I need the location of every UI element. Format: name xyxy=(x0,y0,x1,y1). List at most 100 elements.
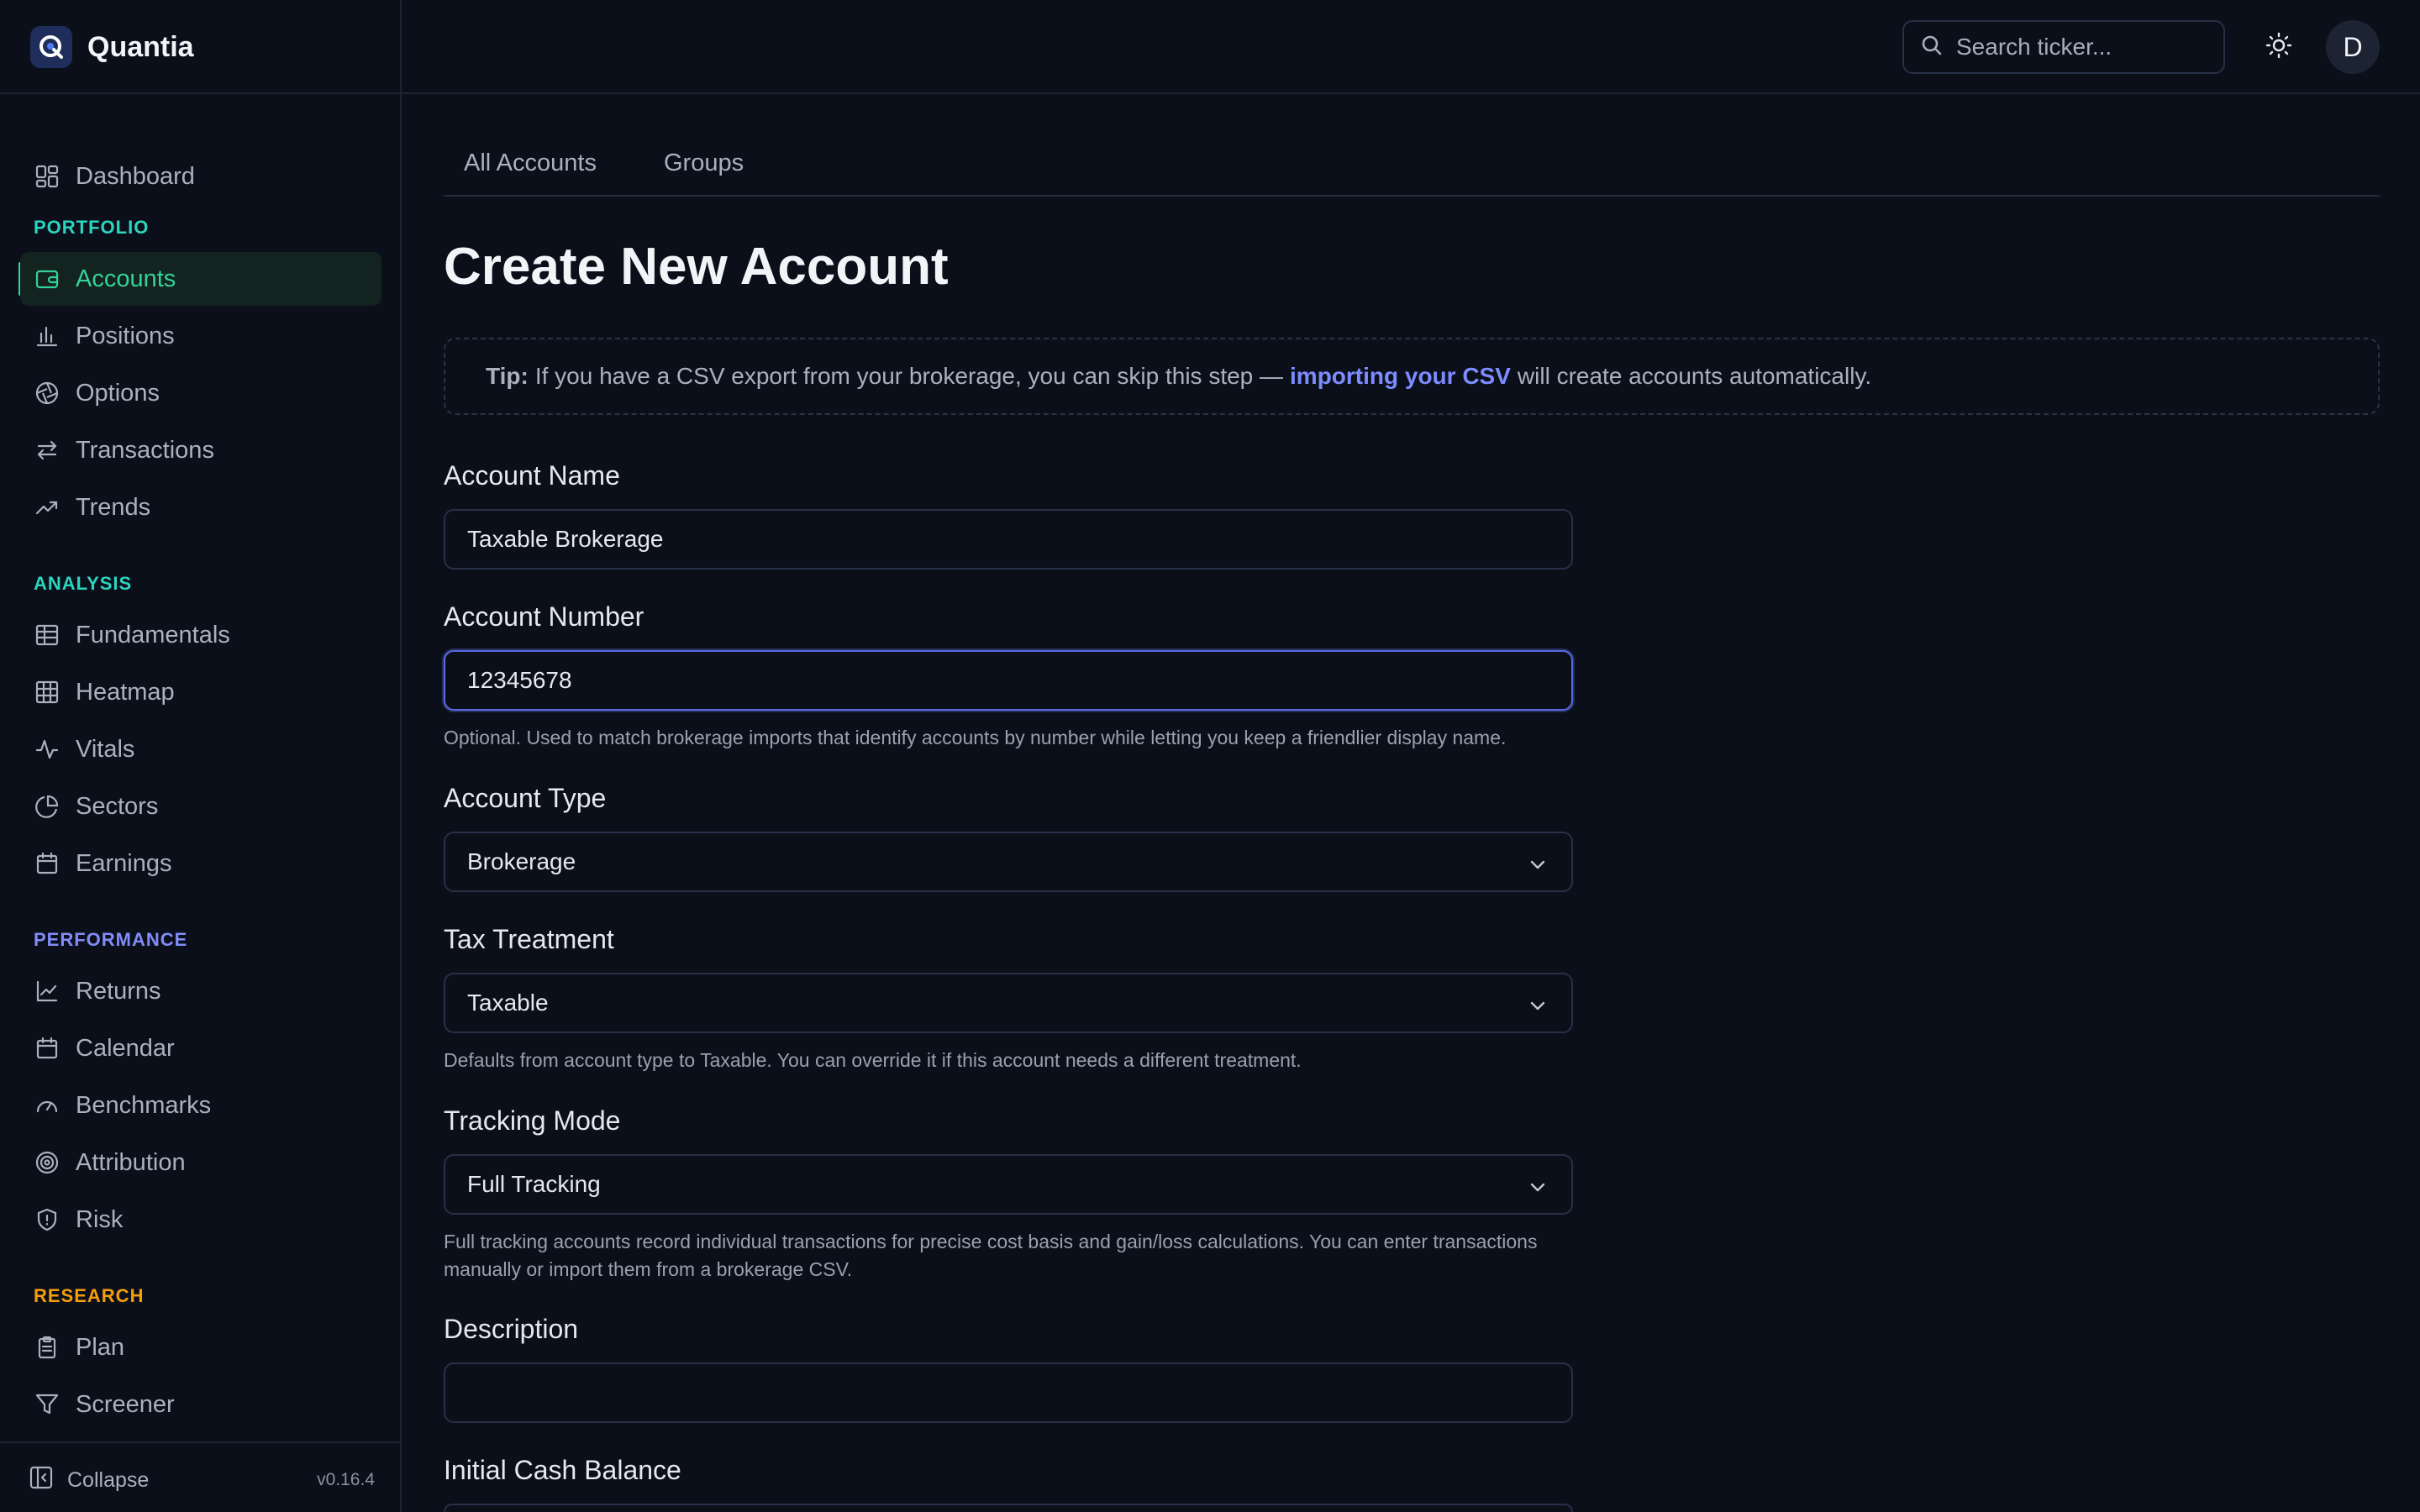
sidebar-item-benchmarks[interactable]: Benchmarks xyxy=(20,1079,381,1132)
description-field[interactable] xyxy=(444,1362,1573,1423)
sidebar-item-label: Screener xyxy=(76,1390,175,1418)
sidebar-item-label: Returns xyxy=(76,977,161,1005)
section-heading-analysis: ANALYSIS xyxy=(34,573,133,594)
sidebar-item-transactions[interactable]: Transactions xyxy=(20,423,381,477)
section-heading-research: RESEARCH xyxy=(34,1285,145,1306)
sidebar-item-label: Positions xyxy=(76,322,175,349)
sidebar-item-label: Risk xyxy=(76,1205,124,1233)
sidebar-item-label: Transactions xyxy=(76,436,214,464)
account-number-input[interactable] xyxy=(467,667,1543,694)
tip-text-after: will create accounts automatically. xyxy=(1517,363,1872,389)
sidebar-item-label: Benchmarks xyxy=(76,1091,212,1119)
sidebar-item-trends[interactable]: Trends xyxy=(20,480,381,534)
app-version: v0.16.4 xyxy=(317,1470,375,1489)
sidebar-item-label: Dashboard xyxy=(76,162,195,190)
calendar-icon xyxy=(34,1035,60,1062)
top-bar: Quantia Search ticker... D xyxy=(0,0,2420,94)
import-csv-link[interactable]: importing your CSV xyxy=(1290,363,1511,390)
sidebar-item-sectors[interactable]: Sectors xyxy=(20,780,381,833)
search-box[interactable] xyxy=(1902,20,2225,74)
sidebar-item-calendar[interactable]: Calendar xyxy=(20,1021,381,1075)
bar-chart-icon xyxy=(34,323,60,349)
account-type-select[interactable]: Brokerage xyxy=(444,832,1573,892)
sidebar-item-dashboard[interactable]: Dashboard xyxy=(20,150,381,203)
gauge-icon xyxy=(34,1092,60,1119)
sidebar-item-label: Vitals xyxy=(76,735,135,763)
sidebar-item-accounts[interactable]: Accounts xyxy=(20,252,381,306)
tracking-mode-value: Full Tracking xyxy=(467,1171,601,1197)
sun-icon xyxy=(2265,32,2292,63)
search-input[interactable] xyxy=(1956,34,2208,60)
tracking-mode-label: Tracking Mode xyxy=(444,1105,621,1136)
collapse-sidebar-button[interactable]: Collapse xyxy=(29,1465,149,1496)
table-icon xyxy=(34,622,60,648)
account-tabs: All Accounts Groups xyxy=(444,131,2380,197)
chevron-down-icon xyxy=(1528,853,1548,880)
quantia-logo-icon xyxy=(30,26,72,68)
account-number-field[interactable] xyxy=(444,650,1573,711)
arrows-exchange-icon xyxy=(34,437,60,464)
trending-up-icon xyxy=(34,494,60,521)
account-type-value: Brokerage xyxy=(467,848,576,874)
app-root: Quantia Search ticker... D Dashboard POR… xyxy=(0,0,2420,1512)
initial-cash-field[interactable] xyxy=(444,1504,1573,1512)
pie-chart-icon xyxy=(34,793,60,820)
chevron-down-icon xyxy=(1528,995,1548,1021)
initial-cash-label: Initial Cash Balance xyxy=(444,1455,681,1485)
sidebar-item-attribution[interactable]: Attribution xyxy=(20,1136,381,1189)
tab-groups[interactable]: Groups xyxy=(664,150,744,177)
sidebar-item-returns[interactable]: Returns xyxy=(20,964,381,1018)
tip-text-before: If you have a CSV export from your broke… xyxy=(534,363,1284,389)
avatar[interactable]: D xyxy=(2326,20,2380,74)
sidebar-item-positions[interactable]: Positions xyxy=(20,309,381,363)
grid-icon xyxy=(34,679,60,706)
theme-toggle-button[interactable] xyxy=(2252,20,2306,74)
sidebar-item-options[interactable]: Options xyxy=(20,366,381,420)
account-name-field[interactable] xyxy=(444,509,1573,570)
sidebar: Dashboard PORTFOLIO Accounts Positions O… xyxy=(0,94,402,1512)
shield-icon xyxy=(34,1206,60,1233)
filter-icon xyxy=(34,1391,60,1418)
account-name-label: Account Name xyxy=(444,460,620,491)
tip-label: Tip: xyxy=(486,363,529,389)
calendar-icon xyxy=(34,850,60,877)
sidebar-item-plan[interactable]: Plan xyxy=(20,1320,381,1374)
tax-treatment-select[interactable]: Taxable xyxy=(444,973,1573,1033)
sidebar-item-risk[interactable]: Risk xyxy=(20,1193,381,1247)
sidebar-item-label: Fundamentals xyxy=(76,621,230,648)
sidebar-item-label: Plan xyxy=(76,1333,125,1361)
dashboard-icon xyxy=(34,163,60,190)
sidebar-footer: Collapse v0.16.4 xyxy=(0,1441,402,1512)
sidebar-item-label: Attribution xyxy=(76,1148,186,1176)
activity-icon xyxy=(34,736,60,763)
sidebar-item-vitals[interactable]: Vitals xyxy=(20,722,381,776)
tracking-mode-select[interactable]: Full Tracking xyxy=(444,1154,1573,1215)
section-heading-performance: PERFORMANCE xyxy=(34,929,188,950)
tracking-mode-hint: Full tracking accounts record individual… xyxy=(444,1231,1538,1280)
search-icon xyxy=(1921,34,1943,60)
clipboard-icon xyxy=(34,1334,60,1361)
tax-treatment-label: Tax Treatment xyxy=(444,924,614,954)
sidebar-item-label: Trends xyxy=(76,493,151,521)
sidebar-item-label: Sectors xyxy=(76,792,159,820)
sidebar-item-heatmap[interactable]: Heatmap xyxy=(20,665,381,719)
sidebar-item-label: Options xyxy=(76,379,160,407)
brand[interactable]: Quantia xyxy=(0,0,402,94)
sidebar-item-fundamentals[interactable]: Fundamentals xyxy=(20,608,381,662)
account-number-label: Account Number xyxy=(444,601,644,632)
wallet-icon xyxy=(34,265,60,292)
panel-left-icon xyxy=(29,1465,54,1496)
account-name-input[interactable] xyxy=(467,526,1543,553)
page-title: Create New Account xyxy=(444,238,949,296)
description-label: Description xyxy=(444,1314,579,1344)
target-icon xyxy=(34,1149,60,1176)
tax-treatment-hint: Defaults from account type to Taxable. Y… xyxy=(444,1049,1302,1071)
sidebar-item-earnings[interactable]: Earnings xyxy=(20,837,381,890)
tab-all-accounts[interactable]: All Accounts xyxy=(464,150,597,177)
sidebar-item-screener[interactable]: Screener xyxy=(20,1378,381,1431)
account-type-label: Account Type xyxy=(444,783,607,813)
line-chart-icon xyxy=(34,978,60,1005)
sidebar-item-label: Heatmap xyxy=(76,678,175,706)
chevron-down-icon xyxy=(1528,1176,1548,1203)
description-input[interactable] xyxy=(467,1379,1543,1406)
